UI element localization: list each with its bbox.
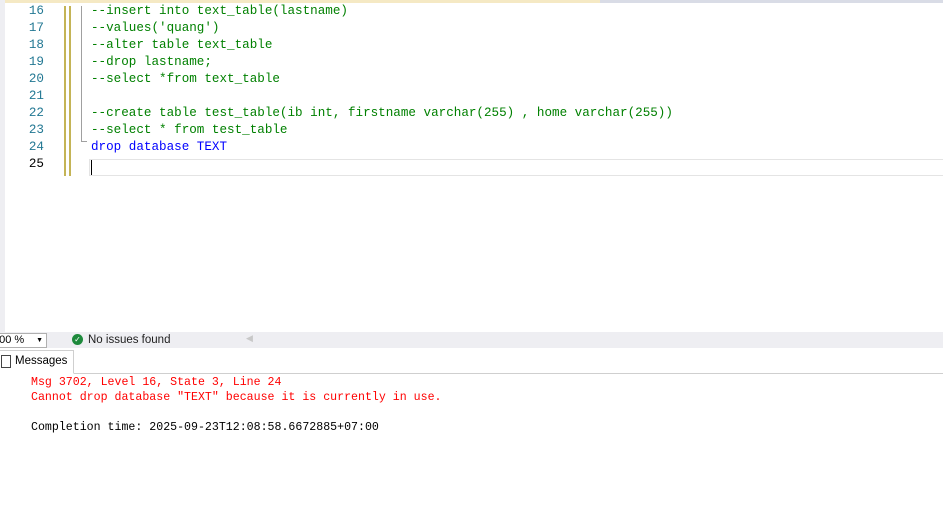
tab-messages-label: Messages xyxy=(15,355,68,367)
zoom-value: 100 % xyxy=(0,334,25,346)
code-line[interactable]: 18 --alter table text_table xyxy=(5,37,943,54)
check-circle-icon: ✓ xyxy=(72,334,83,345)
tab-messages[interactable]: Messages xyxy=(0,350,74,374)
line-number: 16 xyxy=(28,4,44,18)
code-line[interactable]: 17 --values('quang') xyxy=(5,20,943,37)
editor-status-bar: 100 % ▼ ✓ No issues found ◀ xyxy=(0,332,943,348)
code-line[interactable]: 20 --select *from text_table xyxy=(5,71,943,88)
line-number: 18 xyxy=(28,38,44,52)
completion-time: Completion time: 2025-09-23T12:08:58.667… xyxy=(31,421,379,434)
zoom-dropdown[interactable]: 100 % ▼ xyxy=(0,333,47,348)
code-line[interactable]: 21 xyxy=(5,88,943,105)
code-text: --select * from test_table xyxy=(91,123,288,137)
error-message: Cannot drop database "TEXT" because it i… xyxy=(31,391,442,404)
code-line[interactable]: 25 xyxy=(5,156,943,173)
line-number: 25 xyxy=(28,157,44,171)
document-icon xyxy=(1,355,11,368)
code-line[interactable]: 23 --select * from test_table xyxy=(5,122,943,139)
line-number: 23 xyxy=(28,123,44,137)
results-tabs: Messages xyxy=(0,348,943,374)
code-line[interactable]: 16 --insert into text_table(lastname) xyxy=(5,3,943,20)
code-line[interactable]: 24 drop database TEXT xyxy=(5,139,943,156)
query-editor[interactable]: 16 --insert into text_table(lastname) 17 --… xyxy=(5,3,943,332)
line-number: 20 xyxy=(28,72,44,86)
code-text: --insert into text_table(lastname) xyxy=(91,4,348,18)
code-text: --drop lastname; xyxy=(91,55,212,69)
line-number: 24 xyxy=(28,140,44,154)
code-text: --values('quang') xyxy=(91,21,220,35)
code-text: --select *from text_table xyxy=(91,72,280,86)
line-number: 19 xyxy=(28,55,44,69)
code-text: drop database TEXT xyxy=(91,140,228,154)
error-header: Msg 3702, Level 16, State 3, Line 24 xyxy=(31,376,282,389)
code-text: --alter table text_table xyxy=(91,38,273,52)
scroll-left-icon[interactable]: ◀ xyxy=(246,333,253,344)
issues-status[interactable]: No issues found xyxy=(88,333,170,347)
messages-pane: Msg 3702, Level 16, State 3, Line 24 Cann… xyxy=(31,375,442,435)
line-number: 21 xyxy=(28,89,44,103)
code-line[interactable]: 19 --drop lastname; xyxy=(5,54,943,71)
line-number: 22 xyxy=(28,106,44,120)
chevron-down-icon: ▼ xyxy=(36,337,43,344)
line-number: 17 xyxy=(28,21,44,35)
code-text: --create table test_table(ib int, firstn… xyxy=(91,106,673,120)
code-line[interactable]: 22 --create table test_table(ib int, firs… xyxy=(5,105,943,122)
